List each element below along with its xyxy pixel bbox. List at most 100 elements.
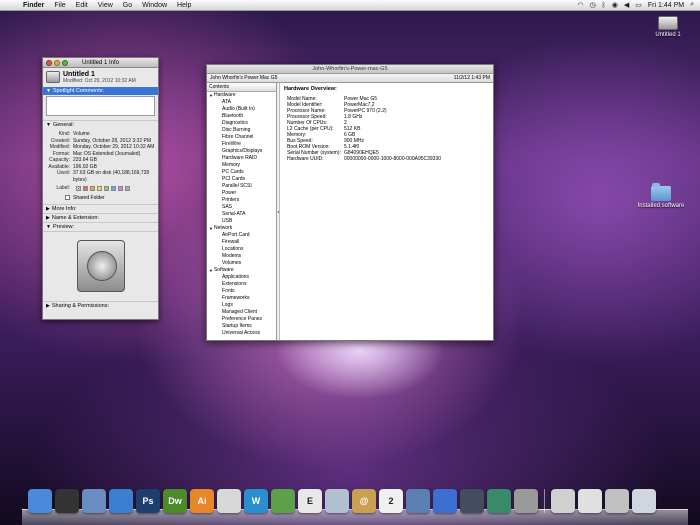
dock-acrobat-icon[interactable]: [217, 489, 241, 513]
label-color-swatch[interactable]: [97, 186, 102, 192]
dock-documents-icon[interactable]: [578, 489, 602, 513]
label-color-swatch[interactable]: [118, 186, 123, 192]
menu-edit[interactable]: Edit: [71, 2, 93, 9]
sidebar-item[interactable]: Disc Burning: [207, 127, 276, 134]
dock-address-book-icon[interactable]: @: [352, 489, 376, 513]
label-color-swatch[interactable]: [83, 186, 88, 192]
dock-system-prefs-icon[interactable]: [514, 489, 538, 513]
sidebar-item[interactable]: PCI Cards: [207, 176, 276, 183]
dock-itunes-icon[interactable]: [433, 489, 457, 513]
sidebar-item[interactable]: Locations: [207, 246, 276, 253]
dock-ical-icon[interactable]: 2: [379, 489, 403, 513]
sidebar-item[interactable]: ATA: [207, 99, 276, 106]
dock-photoshop-icon[interactable]: Ps: [136, 489, 160, 513]
sidebar-item[interactable]: Serial-ATA: [207, 211, 276, 218]
sidebar-item[interactable]: Applications: [207, 274, 276, 281]
computer-name: John Whorfin's Power Mac G5: [210, 75, 278, 81]
dock-trash-icon[interactable]: [632, 489, 656, 513]
label-color-swatch[interactable]: [125, 186, 130, 192]
sidebar-category[interactable]: ▼ Hardware: [207, 92, 276, 99]
shared-folder-option[interactable]: Shared Folder: [43, 192, 158, 204]
sidebar-item[interactable]: Logs: [207, 302, 276, 309]
dock-mail-icon[interactable]: [82, 489, 106, 513]
sidebar-item[interactable]: USB: [207, 218, 276, 225]
sidebar-item[interactable]: Parallel SCSI: [207, 183, 276, 190]
sidebar-item[interactable]: Extensions: [207, 281, 276, 288]
dock-app-mascot-icon[interactable]: [325, 489, 349, 513]
sidebar-item[interactable]: Fibre Channel: [207, 134, 276, 141]
bluetooth-icon[interactable]: ᛒ: [602, 2, 606, 9]
sidebar-item[interactable]: Hardware RAID: [207, 155, 276, 162]
sidebar-item[interactable]: Diagnostics: [207, 120, 276, 127]
timemachine-icon[interactable]: ◷: [589, 1, 595, 9]
sidebar-item[interactable]: Power: [207, 190, 276, 197]
airport-icon[interactable]: ◉: [612, 1, 618, 9]
dock-illustrator-icon[interactable]: Ai: [190, 489, 214, 513]
info-titlebar[interactable]: Untitled 1 Info: [43, 58, 158, 68]
sidebar-item[interactable]: Firewall: [207, 239, 276, 246]
dock-downloads-icon[interactable]: [551, 489, 575, 513]
label-none-swatch[interactable]: ✕: [76, 186, 81, 192]
menu-help[interactable]: Help: [172, 2, 196, 9]
sidebar-item[interactable]: SAS: [207, 204, 276, 211]
sidebar-item[interactable]: Startup Items: [207, 323, 276, 330]
sidebar-item[interactable]: FireWire: [207, 141, 276, 148]
menu-view[interactable]: View: [93, 2, 118, 9]
sidebar-item[interactable]: Bluetooth: [207, 113, 276, 120]
wifi-icon[interactable]: ◠: [577, 1, 583, 9]
name-extension-toggle[interactable]: ▶ Name & Extension:: [43, 212, 158, 222]
general-toggle[interactable]: ▼ General:: [43, 120, 158, 129]
profiler-subbar: John Whorfin's Power Mac G5 11/2/12 1:43…: [207, 74, 493, 83]
sidebar-item[interactable]: Frameworks: [207, 295, 276, 302]
shared-folder-checkbox[interactable]: [65, 195, 70, 200]
label-color-swatch[interactable]: [111, 186, 116, 192]
minimize-button[interactable]: [54, 60, 60, 66]
menu-clock[interactable]: Fri 1:44 PM: [648, 2, 684, 9]
sidebar-item[interactable]: PC Cards: [207, 169, 276, 176]
sidebar-category-label: Network: [213, 225, 233, 231]
dock-iphoto-icon[interactable]: [406, 489, 430, 513]
sidebar-item[interactable]: AirPort Card: [207, 232, 276, 239]
sidebar-item[interactable]: Universal Access: [207, 330, 276, 337]
sidebar-item[interactable]: Fonts: [207, 288, 276, 295]
menu-finder[interactable]: Finder: [18, 2, 49, 9]
dock-time-machine-icon[interactable]: [487, 489, 511, 513]
battery-icon[interactable]: ▭: [635, 1, 642, 9]
sidebar-item[interactable]: Printers: [207, 197, 276, 204]
sidebar-item[interactable]: Volumes: [207, 260, 276, 267]
zoom-button[interactable]: [62, 60, 68, 66]
sidebar-item[interactable]: Memory: [207, 162, 276, 169]
dock-spaces-icon[interactable]: [460, 489, 484, 513]
dock-dreamweaver-icon[interactable]: Dw: [163, 489, 187, 513]
desktop-icon-untitled[interactable]: Untitled 1: [648, 16, 688, 38]
dock-app-x-icon[interactable]: [271, 489, 295, 513]
dock-safari-icon[interactable]: [109, 489, 133, 513]
menu-window[interactable]: Window: [137, 2, 172, 9]
sidebar-category[interactable]: ▼ Network: [207, 225, 276, 232]
close-button[interactable]: [46, 60, 52, 66]
menu-file[interactable]: File: [49, 2, 70, 9]
dock-app-w-icon[interactable]: W: [244, 489, 268, 513]
sidebar-item[interactable]: Modems: [207, 253, 276, 260]
dock-finder-icon[interactable]: [28, 489, 52, 513]
sidebar-item[interactable]: Audio (Built In): [207, 106, 276, 113]
sidebar-item[interactable]: Managed Client: [207, 309, 276, 316]
menu-go[interactable]: Go: [118, 2, 137, 9]
label-color-swatch[interactable]: [104, 186, 109, 192]
sidebar-category[interactable]: ▼ Software: [207, 267, 276, 274]
more-info-toggle[interactable]: ▶ More Info:: [43, 203, 158, 213]
sidebar-item[interactable]: Graphics/Displays: [207, 148, 276, 155]
spotlight-comments-field[interactable]: [46, 96, 155, 116]
dock-stack-icon[interactable]: [605, 489, 629, 513]
spotlight-icon[interactable]: ⌕: [690, 1, 694, 9]
preview-toggle[interactable]: ▼ Preview:: [43, 221, 158, 231]
sharing-permissions-toggle[interactable]: ▶ Sharing & Permissions:: [43, 300, 158, 310]
desktop-icon-installed-software[interactable]: Installed software: [633, 183, 689, 209]
volume-icon[interactable]: ◀: [624, 1, 629, 9]
profiler-titlebar[interactable]: John-Whorfin's-Power-mac-G5: [207, 65, 493, 74]
dock-app-e-icon[interactable]: E: [298, 489, 322, 513]
spotlight-comments-toggle[interactable]: ▼ Spotlight Comments:: [43, 87, 158, 95]
sidebar-item[interactable]: Preference Panes: [207, 316, 276, 323]
label-color-swatch[interactable]: [90, 186, 95, 192]
dock-dashboard-icon[interactable]: [55, 489, 79, 513]
